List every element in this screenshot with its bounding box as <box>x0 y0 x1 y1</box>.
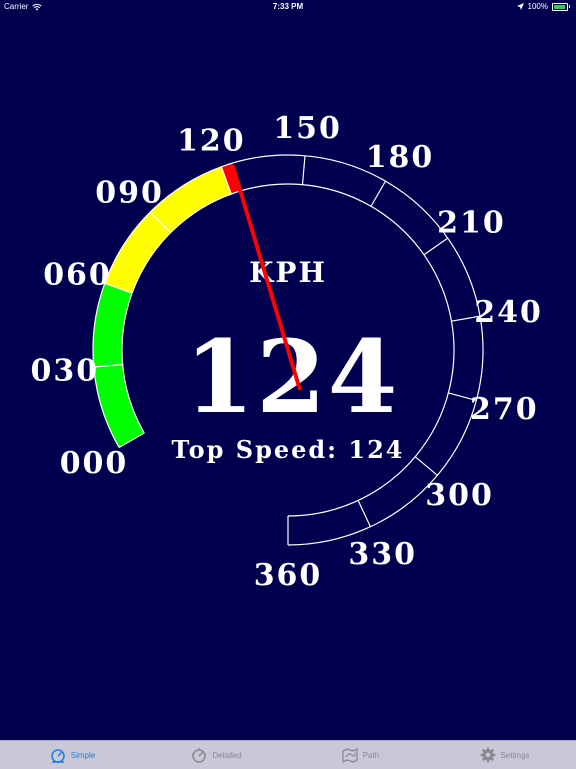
tick-label-060: 060 <box>43 257 112 292</box>
map-icon <box>342 747 358 764</box>
tab-label: Settings <box>500 750 530 760</box>
tab-label: Detailed <box>212 750 242 760</box>
tick-label-210: 210 <box>437 206 506 241</box>
tab-detailed[interactable]: Detailed <box>144 741 288 769</box>
top-speed-label: Top Speed: <box>171 435 338 464</box>
tick-label-360: 360 <box>254 558 323 593</box>
tab-label: Path <box>362 750 380 760</box>
tick-label-090: 090 <box>95 176 164 211</box>
tab-path[interactable]: Path <box>288 741 432 769</box>
tick-label-000: 000 <box>60 446 129 481</box>
gauge-icon <box>51 749 65 763</box>
tick-label-180: 180 <box>366 140 435 175</box>
top-speed-value: 124 <box>348 435 404 464</box>
tab-settings[interactable]: Settings <box>432 741 576 769</box>
tab-label: Simple <box>70 750 96 760</box>
gear-icon <box>480 747 496 763</box>
tick-10 <box>414 456 438 476</box>
tick-label-330: 330 <box>348 537 417 572</box>
top-speed-readout: Top Speed: 124 <box>171 435 404 464</box>
speedometer-gauge: 000030060090120 150180210240270300330360 … <box>31 111 543 593</box>
tick-label-300: 300 <box>425 478 494 513</box>
tab-bar: Simple Detailed Path Settings <box>0 740 576 769</box>
tick-5 <box>301 155 306 185</box>
tick-label-270: 270 <box>470 392 539 427</box>
tick-7 <box>423 237 449 256</box>
tick-label-150: 150 <box>273 111 342 146</box>
gauge-detailed-icon <box>192 748 207 763</box>
tick-11 <box>357 500 371 527</box>
tick-label-120: 120 <box>177 124 246 159</box>
tab-simple[interactable]: Simple <box>0 741 144 769</box>
current-speed: 124 <box>185 318 400 436</box>
tick-label-030: 030 <box>31 354 100 389</box>
tick-6 <box>370 180 387 207</box>
tick-label-240: 240 <box>474 295 543 330</box>
